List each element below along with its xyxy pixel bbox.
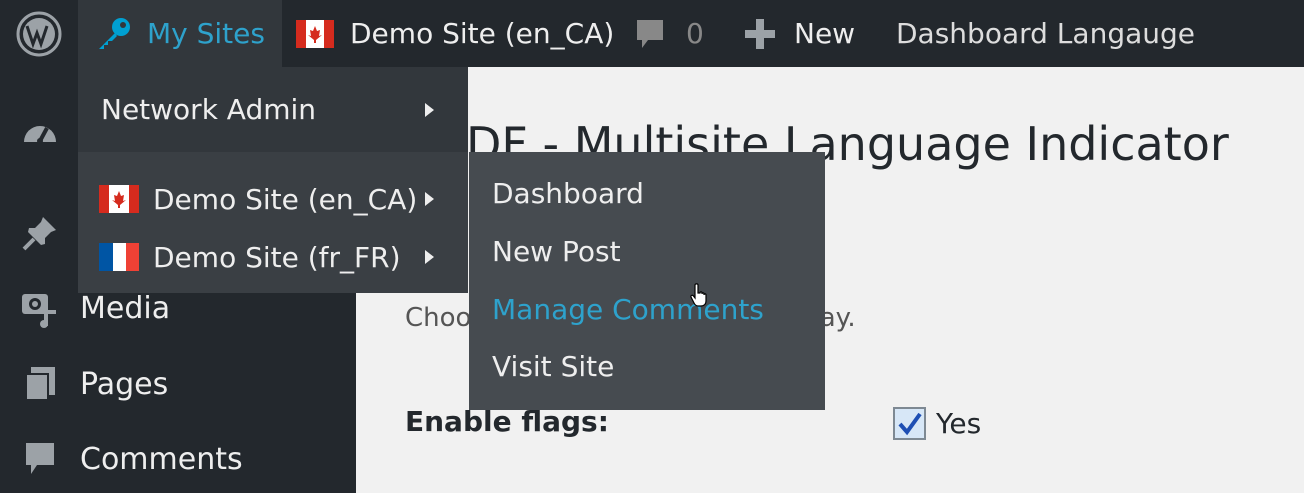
key-icon [99,17,130,49]
new-label: New [794,17,856,50]
wordpress-logo-icon [16,11,62,56]
media-icon [20,288,60,328]
site-label: Demo Site (fr_FR) [153,240,401,274]
network-admin-menu-item[interactable]: Network Admin [78,67,468,152]
description-start: Choo [405,303,472,333]
pages-icon [20,364,60,404]
my-sites-menu-toggle[interactable]: My Sites [78,0,282,67]
site-item-en-ca[interactable]: Demo Site (en_CA) [78,170,468,228]
submenu-new-post[interactable]: New Post [492,235,621,268]
canada-flag-icon [99,185,139,213]
network-admin-label: Network Admin [101,93,317,126]
sidebar-item-label: Media [80,290,171,326]
admin-bar: My Sites Demo Site (en_CA) 0 New Dashboa… [0,0,1304,67]
site-label: Demo Site (en_CA) [153,182,418,216]
comments-count: 0 [686,17,704,50]
submenu-arrow-icon [425,250,434,264]
current-site-link[interactable]: Demo Site (en_CA) [296,0,614,67]
sidebar-item-pages[interactable]: Pages [0,354,356,414]
dashboard-language-label: Dashboard Langauge [896,17,1195,50]
enable-flags-option[interactable]: Yes [893,407,981,440]
site-item-fr-fr[interactable]: Demo Site (fr_FR) [78,228,468,286]
comment-bubble-icon [637,19,663,48]
submenu-arrow-icon [425,192,434,206]
dashboard-language-toggle[interactable]: Dashboard Langauge [896,0,1195,67]
submenu-arrow-icon [425,103,434,117]
wordpress-logo-button[interactable] [0,0,78,67]
sidebar-item-comments[interactable]: Comments [0,429,356,489]
submenu-visit-site[interactable]: Visit Site [492,350,614,383]
enable-flags-checkbox[interactable] [893,407,926,440]
submenu-dashboard[interactable]: Dashboard [492,177,644,210]
my-sites-label: My Sites [147,17,265,50]
sidebar-item-label: Pages [80,366,169,402]
my-sites-dropdown: Network Admin Demo Site (en_CA) Demo Sit… [78,67,468,293]
dashboard-icon [20,113,60,153]
france-flag-icon [99,243,139,271]
pin-icon [20,213,60,253]
submenu-manage-comments[interactable]: Manage Comments [492,293,764,326]
site-submenu: Dashboard New Post Manage Comments Visit… [469,152,825,410]
plus-icon [745,18,775,49]
enable-flags-value: Yes [936,407,982,440]
checkmark-icon [897,412,922,435]
comments-link[interactable]: 0 [634,0,704,67]
sites-list: Demo Site (en_CA) Demo Site (fr_FR) [78,152,468,293]
current-site-label: Demo Site (en_CA) [350,17,615,50]
comments-icon [20,439,60,479]
new-content-button[interactable]: New [744,0,855,67]
hand-cursor-icon [690,283,707,307]
canada-flag-icon [296,19,334,48]
sidebar-item-label: Comments [80,441,243,477]
